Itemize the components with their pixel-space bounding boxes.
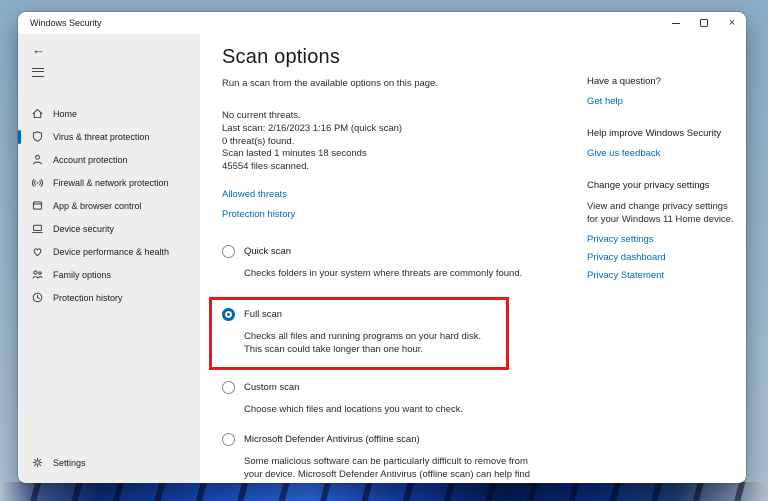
desktop-wallpaper <box>0 482 768 501</box>
status-line: No current threats. <box>222 110 552 123</box>
shield-icon <box>31 130 44 143</box>
minimize-icon <box>672 23 680 24</box>
defender-offline-radio-row[interactable]: Microsoft Defender Antivirus (offline sc… <box>222 433 552 446</box>
option-custom-scan: Custom scan Choose which files and locat… <box>222 381 552 416</box>
help-sidebar: Have a question? Get help Help improve W… <box>587 76 739 302</box>
maximize-button[interactable] <box>690 12 718 34</box>
gear-icon <box>31 456 44 469</box>
page-title: Scan options <box>222 46 552 69</box>
scan-options-content: Scan options Run a scan from the availab… <box>222 46 552 483</box>
scan-links: Allowed threats Protection history <box>222 189 552 220</box>
sidebar-item-label: Device performance & health <box>53 247 169 257</box>
close-button[interactable]: × <box>718 12 746 34</box>
annotation-box-full-scan: Full scan Checks all files and running p… <box>209 297 509 370</box>
app-window-icon <box>31 199 44 212</box>
privacy-statement-link[interactable]: Privacy Statement <box>587 270 739 281</box>
privacy-dashboard-link[interactable]: Privacy dashboard <box>587 252 739 263</box>
status-line: 0 threat(s) found. <box>222 136 552 149</box>
option-full-scan: Full scan Checks all files and running p… <box>222 308 500 356</box>
home-icon <box>31 107 44 120</box>
sidebar-item-home[interactable]: Home <box>18 102 200 125</box>
person-icon <box>31 153 44 166</box>
sidebar-item-virus-threat-protection[interactable]: Virus & threat protection <box>18 125 200 148</box>
family-icon <box>31 268 44 281</box>
selected-indicator <box>18 130 21 144</box>
get-help-link[interactable]: Get help <box>587 96 739 107</box>
sidebar-item-account-protection[interactable]: Account protection <box>18 148 200 171</box>
option-defender-offline-scan: Microsoft Defender Antivirus (offline sc… <box>222 433 552 483</box>
sidebar-item-label: Home <box>53 109 77 119</box>
quick-scan-radio-row[interactable]: Quick scan <box>222 245 552 258</box>
sidebar-item-settings[interactable]: Settings <box>18 451 86 474</box>
sidebar-item-app-browser-control[interactable]: App & browser control <box>18 194 200 217</box>
option-label: Microsoft Defender Antivirus (offline sc… <box>244 434 420 445</box>
sidebar-item-protection-history[interactable]: Protection history <box>18 286 200 309</box>
sidebar: ← Home Virus & threat protection <box>18 34 200 483</box>
titlebar[interactable]: Windows Security × <box>18 12 746 34</box>
privacy-settings-link[interactable]: Privacy settings <box>587 234 739 245</box>
sidebar-item-label: Account protection <box>53 155 128 165</box>
option-description: Choose which files and locations you wan… <box>244 403 540 416</box>
section-body: View and change privacy settings for you… <box>587 200 739 226</box>
sidebar-nav: Home Virus & threat protection Account p… <box>18 102 200 309</box>
sidebar-item-label: Settings <box>53 458 86 468</box>
sidebar-item-label: Virus & threat protection <box>53 132 149 142</box>
window-title: Windows Security <box>30 18 102 28</box>
option-label: Custom scan <box>244 382 299 393</box>
back-arrow-icon: ← <box>32 42 45 57</box>
option-quick-scan: Quick scan Checks folders in your system… <box>222 245 552 280</box>
windows-security-window: Windows Security × ← Home <box>18 12 746 483</box>
sidebar-item-label: Protection history <box>53 293 123 303</box>
give-us-feedback-link[interactable]: Give us feedback <box>587 148 739 159</box>
sidebar-item-firewall-network[interactable]: Firewall & network protection <box>18 171 200 194</box>
privacy-settings-section: Change your privacy settings View and ch… <box>587 180 739 281</box>
maximize-icon <box>700 19 708 27</box>
section-heading: Change your privacy settings <box>587 180 739 191</box>
allowed-threats-link[interactable]: Allowed threats <box>222 189 552 200</box>
section-heading: Help improve Windows Security <box>587 128 739 139</box>
sidebar-item-label: Firewall & network protection <box>53 178 169 188</box>
main-panel: Scan options Run a scan from the availab… <box>200 34 746 483</box>
option-description: Checks folders in your system where thre… <box>244 267 540 280</box>
status-line: 45554 files scanned. <box>222 161 552 174</box>
back-button[interactable]: ← <box>30 40 47 59</box>
sidebar-item-device-security[interactable]: Device security <box>18 217 200 240</box>
sidebar-item-label: App & browser control <box>53 201 142 211</box>
status-line: Scan lasted 1 minutes 18 seconds <box>222 148 552 161</box>
radio-unchecked-icon[interactable] <box>222 245 235 258</box>
window-controls: × <box>662 12 746 34</box>
option-description: Checks all files and running programs on… <box>244 330 500 356</box>
full-scan-radio-row[interactable]: Full scan <box>222 308 500 321</box>
have-a-question-section: Have a question? Get help <box>587 76 739 107</box>
history-icon <box>31 291 44 304</box>
close-icon: × <box>729 18 735 29</box>
option-description: Some malicious software can be particula… <box>244 455 540 483</box>
custom-scan-radio-row[interactable]: Custom scan <box>222 381 552 394</box>
sidebar-item-device-performance-health[interactable]: Device performance & health <box>18 240 200 263</box>
sidebar-item-family-options[interactable]: Family options <box>18 263 200 286</box>
option-label: Quick scan <box>244 246 291 257</box>
status-line: Last scan: 2/16/2023 1:16 PM (quick scan… <box>222 123 552 136</box>
laptop-icon <box>31 222 44 235</box>
sidebar-item-label: Family options <box>53 270 111 280</box>
scan-status: No current threats. Last scan: 2/16/2023… <box>222 110 552 174</box>
radio-checked-icon[interactable] <box>222 308 235 321</box>
option-label: Full scan <box>244 309 282 320</box>
menu-toggle-button[interactable] <box>32 68 44 77</box>
scan-options-list: Quick scan Checks folders in your system… <box>222 245 552 483</box>
radio-unchecked-icon[interactable] <box>222 433 235 446</box>
radio-unchecked-icon[interactable] <box>222 381 235 394</box>
page-subtitle: Run a scan from the available options on… <box>222 78 552 89</box>
help-improve-section: Help improve Windows Security Give us fe… <box>587 128 739 159</box>
sidebar-item-label: Device security <box>53 224 114 234</box>
minimize-button[interactable] <box>662 12 690 34</box>
network-icon <box>31 176 44 189</box>
section-heading: Have a question? <box>587 76 739 87</box>
protection-history-link[interactable]: Protection history <box>222 209 552 220</box>
heart-icon <box>31 245 44 258</box>
